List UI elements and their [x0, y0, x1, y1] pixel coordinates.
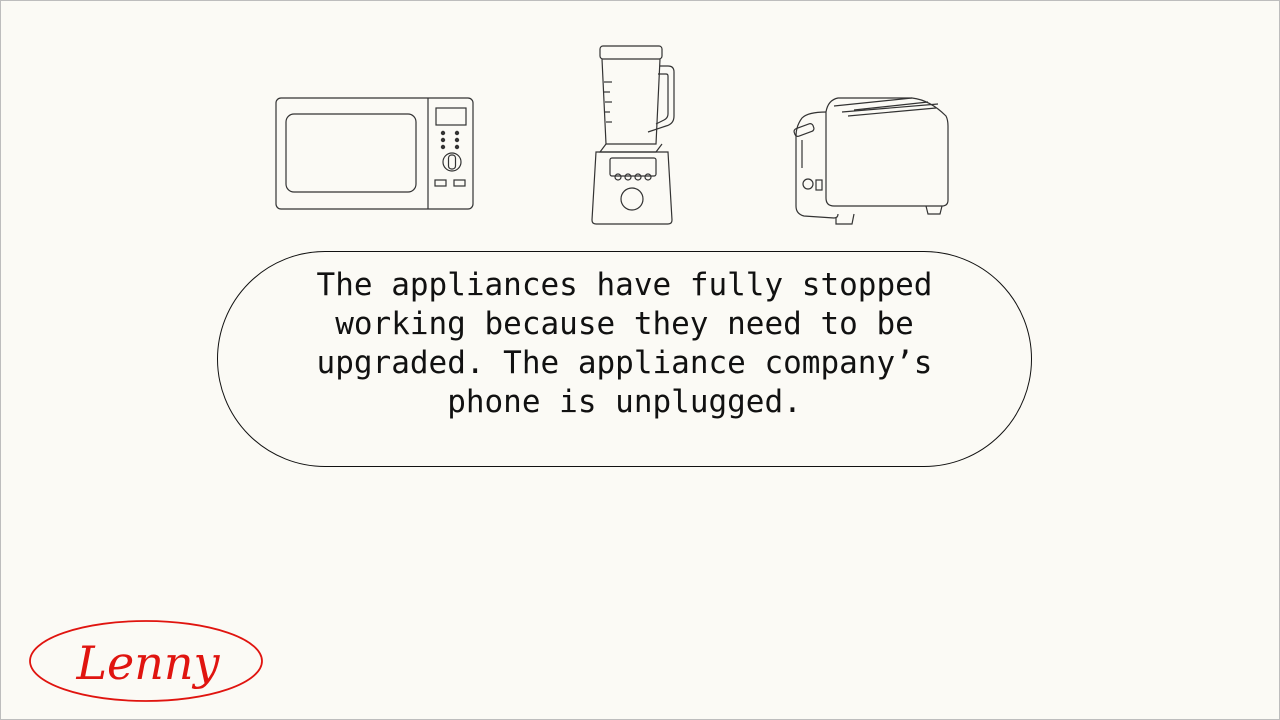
message-bubble: The appliances have fully stopped workin… — [217, 251, 1032, 467]
logo-text: Lenny — [75, 636, 220, 690]
microwave-icon — [274, 96, 476, 212]
blender-icon — [586, 44, 678, 226]
lenny-logo: Lenny — [28, 617, 265, 705]
toaster-icon — [788, 96, 952, 226]
message-text: The appliances have fully stopped workin… — [316, 267, 933, 420]
